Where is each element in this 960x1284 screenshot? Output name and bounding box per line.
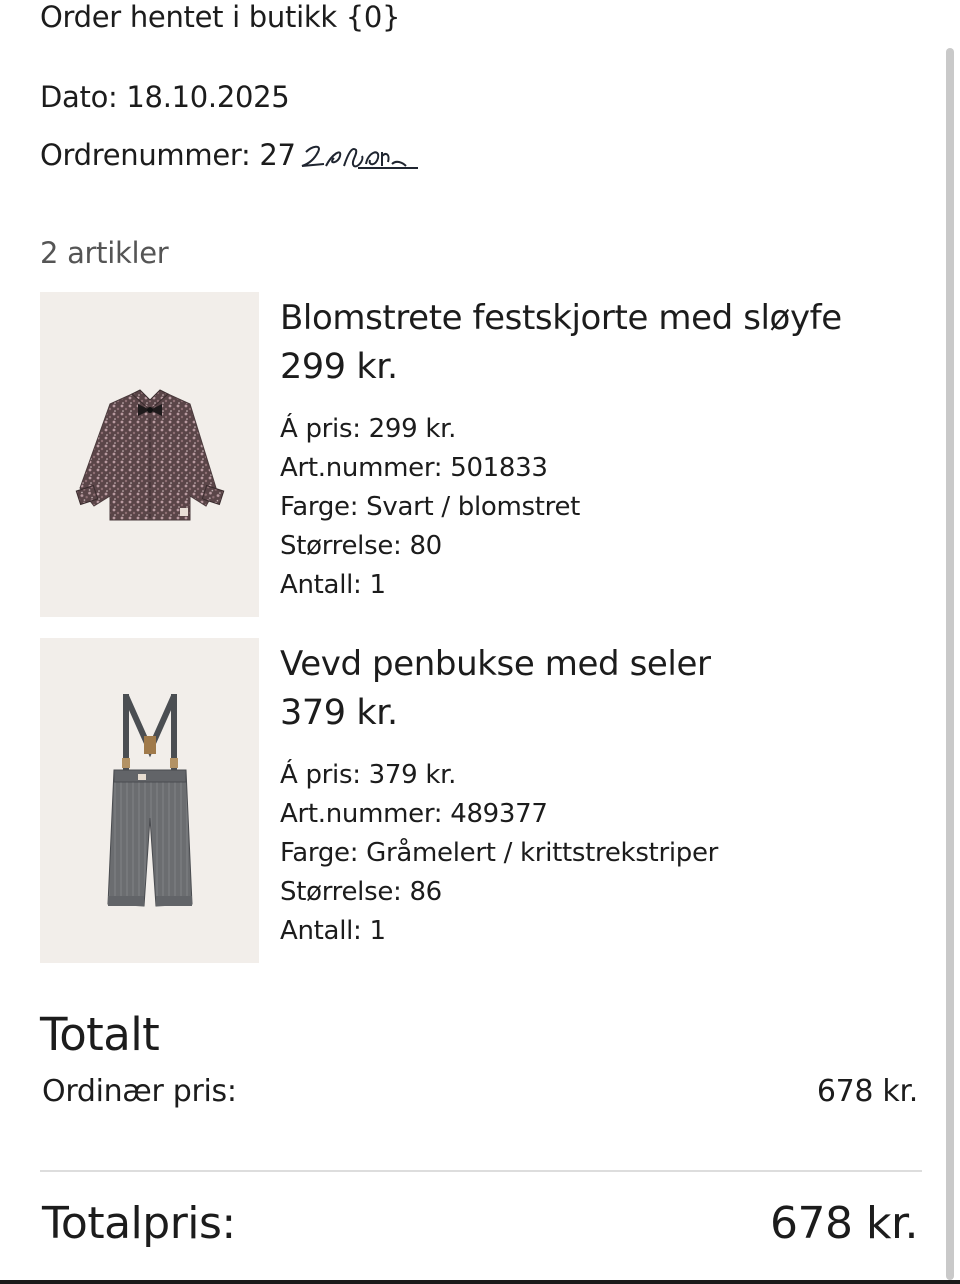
unit-price: Á pris: 299 kr.	[280, 414, 457, 444]
product-size: Størrelse: 86	[280, 877, 442, 907]
article-count: 2 artikler	[40, 236, 169, 270]
product-price: 299 kr.	[280, 347, 398, 387]
product-name[interactable]: Blomstrete festskjorte med sløyfe	[280, 294, 920, 342]
product-size: Størrelse: 80	[280, 531, 442, 561]
totals-heading: Totalt	[40, 1008, 160, 1061]
order-number: Ordrenummer: 27	[40, 138, 420, 172]
article-number: Art.nummer: 489377	[280, 799, 548, 829]
order-number-text: Ordrenummer: 27	[40, 138, 296, 172]
floral-shirt-icon	[40, 292, 259, 617]
product-quantity: Antall: 1	[280, 916, 386, 946]
order-receipt-page: Order hentet i butikk {0} Dato: 18.10.20…	[0, 0, 960, 1284]
product-details: Á pris: 299 kr. Art.nummer: 501833 Farge…	[280, 410, 920, 605]
trousers-with-suspenders-icon	[40, 638, 259, 963]
product-image[interactable]	[40, 292, 259, 617]
product-info: Blomstrete festskjorte med sløyfe 299 kr…	[280, 294, 920, 605]
total-price-value: 678 kr.	[770, 1198, 919, 1249]
product-quantity: Antall: 1	[280, 570, 386, 600]
product-image[interactable]	[40, 638, 259, 963]
product-color: Farge: Svart / blomstret	[280, 492, 581, 522]
product-price: 379 kr.	[280, 693, 398, 733]
product-info: Vevd penbukse med seler 379 kr. Á pris: …	[280, 640, 920, 951]
ordinary-price-value: 678 kr.	[816, 1074, 918, 1109]
order-number-redaction-scribble	[301, 145, 418, 169]
scrollbar[interactable]	[946, 48, 954, 1280]
product-name[interactable]: Vevd penbukse med seler	[280, 640, 920, 688]
unit-price: Á pris: 379 kr.	[280, 760, 457, 790]
total-price-label: Totalpris:	[42, 1198, 236, 1249]
product-color: Farge: Gråmelert / krittstrekstriper	[280, 838, 719, 868]
bottom-edge-bar	[0, 1280, 960, 1284]
order-date: Dato: 18.10.2025	[40, 80, 290, 114]
totals-divider	[40, 1170, 922, 1172]
page-title: Order hentet i butikk {0}	[40, 0, 401, 34]
product-details: Á pris: 379 kr. Art.nummer: 489377 Farge…	[280, 756, 920, 951]
article-number: Art.nummer: 501833	[280, 453, 548, 483]
ordinary-price-label: Ordinær pris:	[42, 1074, 237, 1109]
